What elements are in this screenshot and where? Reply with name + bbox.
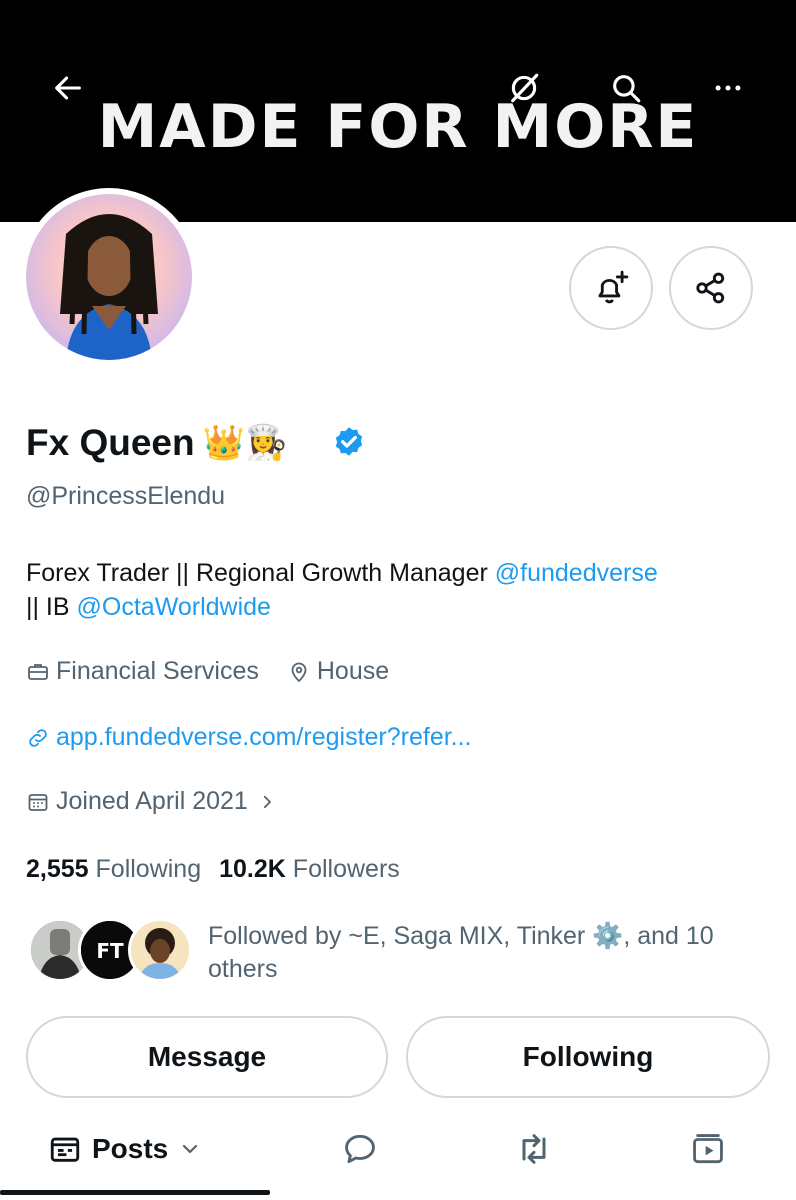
reply-bubble-icon: [345, 1134, 375, 1164]
more-options-button[interactable]: [704, 64, 752, 112]
following-count: 2,555: [26, 855, 89, 883]
share-icon: [696, 272, 725, 304]
media-play-icon: [693, 1134, 723, 1164]
joined-date: Joined April 2021: [56, 787, 248, 815]
followers-count-link[interactable]: 10.2K Followers: [219, 855, 400, 884]
active-tab-indicator: [0, 1190, 270, 1195]
link-icon: [26, 726, 50, 750]
profile-meta-row: Financial Services House: [26, 657, 389, 686]
repost-icon: [522, 1134, 546, 1164]
followers-count: 10.2K: [219, 855, 286, 883]
share-button[interactable]: [669, 246, 753, 330]
bell-plus-icon: [598, 270, 629, 304]
following-count-link[interactable]: 2,555 Following: [26, 855, 201, 884]
avatar-image: [26, 194, 192, 360]
profile-bio: Forex Trader || Regional Growth Manager …: [26, 556, 776, 624]
location-pin-icon: [287, 660, 311, 684]
display-name: Fx Queen: [26, 422, 195, 463]
banner-text: MADE FOR MORE: [97, 92, 699, 162]
followers-label: Followers: [292, 855, 400, 883]
briefcase-icon: [26, 660, 50, 684]
verified-badge-icon[interactable]: [331, 425, 367, 461]
bio-text-1: Forex Trader || Regional Growth Manager: [26, 559, 495, 587]
following-label: Following: [95, 855, 202, 883]
tab-replies[interactable]: [336, 1118, 384, 1180]
website-row[interactable]: app.fundedverse.com/register?refer...: [26, 723, 472, 752]
followed-by-text: Followed by ~E, Saga MIX, Tinker ⚙️, and…: [208, 922, 714, 983]
search-icon: [613, 75, 641, 103]
grok-icon: [511, 73, 539, 103]
bio-mention-octaworldwide[interactable]: @OctaWorldwide: [77, 593, 271, 621]
profile-handle: @PrincessElendu: [26, 482, 226, 510]
follower-avatar: [128, 918, 192, 982]
bio-text-2: || IB: [26, 593, 77, 621]
calendar-icon: [26, 790, 50, 814]
tab-posts-label: Posts: [92, 1133, 169, 1164]
tab-media[interactable]: [684, 1118, 732, 1180]
tab-posts[interactable]: Posts: [48, 1118, 202, 1180]
tab-reposts[interactable]: [510, 1118, 558, 1180]
profile-avatar[interactable]: [20, 188, 198, 366]
profile-category: Financial Services: [56, 657, 259, 685]
message-button[interactable]: Message: [26, 1016, 388, 1098]
bio-mention-fundedverse[interactable]: @fundedverse: [495, 559, 658, 587]
search-button[interactable]: [602, 64, 650, 112]
profile-tab-bar: Posts: [0, 1118, 796, 1200]
back-button[interactable]: [44, 64, 92, 112]
more-horizontal-icon: [715, 85, 741, 91]
following-button[interactable]: Following: [406, 1016, 770, 1098]
grok-button[interactable]: [500, 64, 548, 112]
joined-row[interactable]: Joined April 2021: [26, 787, 282, 816]
profile-location: House: [316, 657, 390, 685]
chevron-down-icon: [183, 1144, 198, 1154]
name-row: Fx Queen 👑👩‍🍳: [26, 422, 367, 464]
followed-by-section[interactable]: FT Followed by ~E, Saga MIX, Tinker ⚙️, …: [28, 918, 788, 988]
chevron-right-icon: [258, 793, 276, 811]
notifications-button[interactable]: [569, 246, 653, 330]
svg-text:FT: FT: [96, 939, 124, 963]
profile-website-link[interactable]: app.fundedverse.com/register?refer...: [56, 723, 472, 752]
posts-icon: [50, 1137, 80, 1162]
follow-counts: 2,555 Following 10.2K Followers: [26, 855, 400, 884]
name-emojis: 👑👩‍🍳: [202, 423, 288, 463]
arrow-left-icon: [55, 76, 81, 100]
